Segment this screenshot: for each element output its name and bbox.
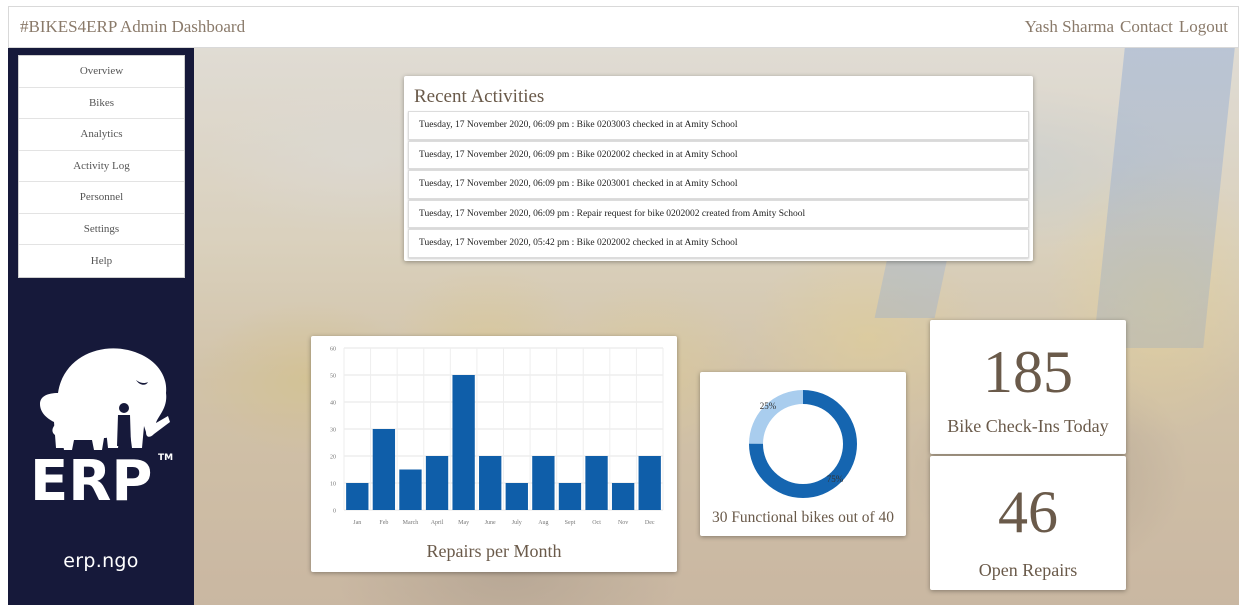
bar-march[interactable] xyxy=(399,469,422,511)
contact-link[interactable]: Contact xyxy=(1120,17,1173,37)
elephant-rhino-icon: ERP TM xyxy=(30,348,173,514)
y-tick-label: 20 xyxy=(330,455,336,461)
erp-url-text[interactable]: erp.ngo xyxy=(8,550,194,572)
x-tick-label: Sept xyxy=(565,520,576,526)
y-tick-label: 0 xyxy=(333,509,336,515)
donut-data-label: 25% xyxy=(760,401,777,411)
open-repairs-value: 46 xyxy=(998,479,1058,545)
functional-bikes-title: 30 Functional bikes out of 40 xyxy=(711,509,895,526)
activity-row[interactable]: Tuesday, 17 November 2020, 06:09 pm : Bi… xyxy=(408,111,1029,140)
x-tick-label: March xyxy=(403,520,419,526)
repairs-chart-title: Repairs per Month xyxy=(426,541,562,561)
app-title[interactable]: #BIKES4ERP Admin Dashboard xyxy=(20,17,245,37)
sidebar-item-overview[interactable]: Overview xyxy=(19,56,184,88)
open-repairs-stat-card: 46 Open Repairs xyxy=(930,456,1126,590)
top-navbar: #BIKES4ERP Admin Dashboard Yash Sharma C… xyxy=(8,6,1239,48)
recent-activities-card: Recent Activities Tuesday, 17 November 2… xyxy=(404,76,1033,261)
bar-sept[interactable] xyxy=(558,483,582,510)
activity-row[interactable]: Tuesday, 17 November 2020, 06:09 pm : Bi… xyxy=(408,170,1029,199)
bar-june[interactable] xyxy=(479,456,502,510)
sidebar-item-analytics[interactable]: Analytics xyxy=(19,119,184,151)
svg-text:ERP: ERP xyxy=(30,449,152,508)
y-tick-label: 10 xyxy=(330,482,336,488)
y-tick-label: 60 xyxy=(330,347,336,353)
y-tick-label: 50 xyxy=(330,374,336,380)
sidebar-item-settings[interactable]: Settings xyxy=(19,214,184,245)
x-tick-label: April xyxy=(431,520,444,526)
bar-nov[interactable] xyxy=(611,483,635,510)
y-tick-label: 30 xyxy=(330,428,336,434)
activity-row[interactable]: Tuesday, 17 November 2020, 06:09 pm : Re… xyxy=(408,199,1029,228)
checkins-stat-card: 185 Bike Check-Ins Today xyxy=(930,320,1126,454)
bar-april[interactable] xyxy=(425,456,449,510)
sidebar-item-personnel[interactable]: Personnel xyxy=(19,182,184,214)
donut-data-label: 75% xyxy=(827,474,844,484)
x-tick-label: Jan xyxy=(353,520,361,526)
x-tick-label: July xyxy=(512,520,522,526)
x-tick-label: Nov xyxy=(618,520,628,526)
functional-bikes-donut: 75% 25% xyxy=(749,390,857,498)
bar-feb[interactable] xyxy=(372,429,396,510)
checkins-value: 185 xyxy=(983,339,1073,405)
activity-row[interactable]: Tuesday, 17 November 2020, 06:09 pm : Bi… xyxy=(408,140,1029,169)
activity-row[interactable]: Tuesday, 17 November 2020, 05:42 pm : Bi… xyxy=(408,229,1029,258)
y-tick-label: 40 xyxy=(330,401,336,407)
repairs-bar-chart: 0 10 20 30 40 50 60 Jan Feb March April May June July… xyxy=(330,347,664,526)
bar-may[interactable] xyxy=(452,375,475,510)
functional-bikes-card: 75% 25% 30 Functional bikes out of 40 xyxy=(700,372,906,536)
bar-aug[interactable] xyxy=(532,456,555,510)
x-tick-label: May xyxy=(458,520,469,526)
x-tick-label: Dec xyxy=(645,520,655,526)
checkins-label: Bike Check-Ins Today xyxy=(947,416,1109,436)
bar-jan[interactable] xyxy=(346,483,369,510)
open-repairs-label: Open Repairs xyxy=(978,560,1078,580)
bar-july[interactable] xyxy=(505,483,528,510)
svg-text:TM: TM xyxy=(158,453,173,463)
repairs-chart-card: 0 10 20 30 40 50 60 Jan Feb March April May June July… xyxy=(311,336,677,572)
sidebar-item-help[interactable]: Help xyxy=(19,245,184,277)
user-name-link[interactable]: Yash Sharma xyxy=(1025,17,1114,37)
sidebar-menu: Overview Bikes Analytics Activity Log Pe… xyxy=(18,55,185,278)
top-nav-links: Yash Sharma Contact Logout xyxy=(1025,17,1228,37)
bar-oct[interactable] xyxy=(585,456,608,510)
x-tick-label: June xyxy=(485,520,496,526)
logout-link[interactable]: Logout xyxy=(1179,17,1228,37)
erp-logo: ERP TM xyxy=(28,338,178,514)
sidebar: Overview Bikes Analytics Activity Log Pe… xyxy=(8,48,194,605)
bar-dec[interactable] xyxy=(638,456,661,510)
x-tick-label: Feb xyxy=(379,520,388,526)
recent-activities-title: Recent Activities xyxy=(414,86,545,107)
sidebar-item-bikes[interactable]: Bikes xyxy=(19,88,184,119)
x-tick-label: Aug xyxy=(538,520,548,526)
sidebar-item-activity-log[interactable]: Activity Log xyxy=(19,151,184,182)
x-tick-label: Oct xyxy=(592,520,601,526)
